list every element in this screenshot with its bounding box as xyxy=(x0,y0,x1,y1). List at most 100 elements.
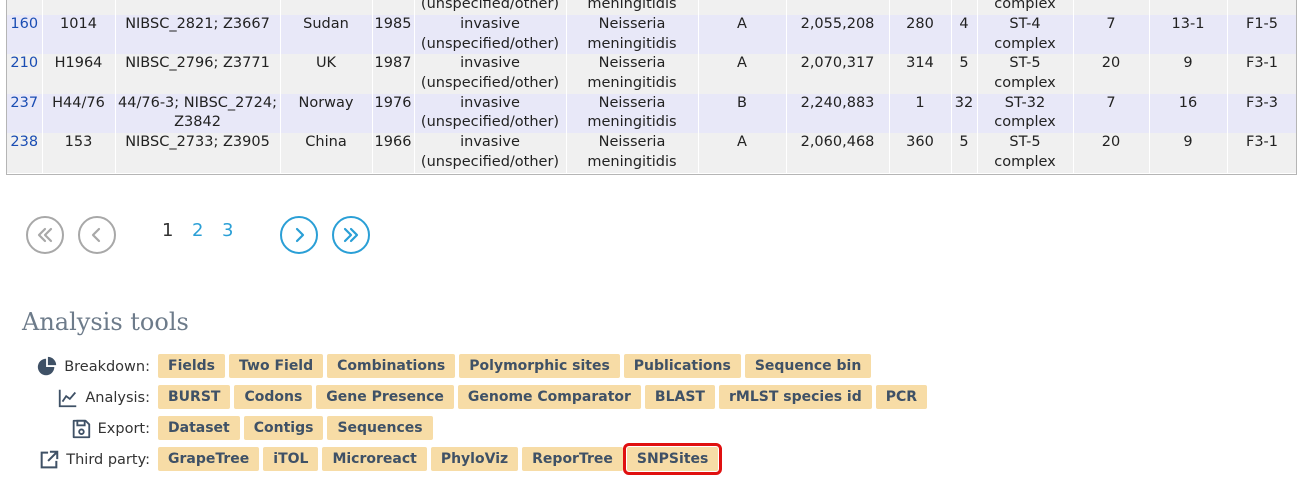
isolates-table: (unspecified/other) meningitidis complex 16… xyxy=(6,0,1297,175)
table-cell-disease: invasive (unspecified/other) xyxy=(414,54,567,94)
isolate-id-link[interactable]: 238 xyxy=(10,134,38,150)
save-icon xyxy=(72,419,90,438)
tool-pcr-button[interactable]: PCR xyxy=(875,385,928,409)
analysis-tools-heading: Analysis tools xyxy=(22,308,189,336)
tool-sequence-bin-button[interactable]: Sequence bin xyxy=(744,354,872,378)
table-cell-c1: 20 xyxy=(1073,54,1150,94)
table-cell-line: (unspecified/other) xyxy=(420,35,560,52)
tool-two-field-button[interactable]: Two Field xyxy=(229,354,324,378)
table-cell-aliases: NIBSC_2733; Z3905 xyxy=(115,133,281,173)
next-page-button[interactable] xyxy=(280,216,318,254)
tool-polymorphic-sites-button[interactable]: Polymorphic sites xyxy=(459,354,620,378)
tool-reportree-button[interactable]: ReporTree xyxy=(522,447,623,471)
table-cell-length: 2,070,317 xyxy=(786,54,890,94)
table-cell-n: 32 xyxy=(951,93,978,134)
tool-snpsites-button[interactable]: SNPSites xyxy=(622,443,723,475)
table-cell xyxy=(1073,0,1150,15)
table-cell-c2: 16 xyxy=(1149,93,1228,134)
table-cell-clonal-complex: ST-4 complex xyxy=(977,15,1074,55)
table-cell xyxy=(786,0,890,15)
table-cell-line: NIBSC_2733; Z3905 xyxy=(125,134,270,151)
table-cell-c3: F3-1 xyxy=(1227,133,1296,173)
tool-gene-presence-button[interactable]: Gene Presence xyxy=(316,385,454,409)
table-cell-id: 237 xyxy=(7,93,43,134)
page-3-link[interactable]: 3 xyxy=(222,220,233,241)
table-cell xyxy=(280,0,373,15)
tool-combinations-button[interactable]: Combinations xyxy=(327,354,456,378)
breakdown-label-text: Breakdown: xyxy=(64,358,150,375)
table-cell xyxy=(698,0,787,15)
table-cell xyxy=(1149,0,1228,15)
table-cell-line: ST-32 xyxy=(1004,94,1046,111)
tool-blast-button[interactable]: BLAST xyxy=(644,385,715,409)
table-cell-line: complex xyxy=(994,35,1056,52)
table-cell-st: 1 xyxy=(889,93,952,134)
table-cell-clonal-complex: ST-5 complex xyxy=(977,54,1074,94)
previous-page-button[interactable] xyxy=(78,216,116,254)
table-cell-n: 4 xyxy=(951,15,978,55)
table-cell xyxy=(42,0,116,15)
tool-genome-comparator-button[interactable]: Genome Comparator xyxy=(457,385,641,409)
first-page-button[interactable] xyxy=(26,216,64,254)
table-cell-id: 160 xyxy=(7,15,43,55)
breakdown-label: Breakdown: xyxy=(36,354,150,379)
table-cell-line: 44/76-3; NIBSC_2724; xyxy=(118,94,277,111)
table-cell-disease: invasive (unspecified/other) xyxy=(414,93,567,134)
table-cell-c1: 7 xyxy=(1073,93,1150,134)
table-cell-serogroup: B xyxy=(698,93,787,134)
chevron-right-icon xyxy=(295,227,305,243)
results-table: (unspecified/other) meningitidis complex 16… xyxy=(7,0,1296,173)
table-cell-line: (unspecified/other) xyxy=(420,114,560,131)
table-cell-st: 360 xyxy=(889,133,952,173)
tool-rmlst-species-id-button[interactable]: rMLST species id xyxy=(718,385,872,409)
isolate-id-link[interactable]: 237 xyxy=(10,95,38,111)
table-cell-c1: 20 xyxy=(1073,133,1150,173)
table-cell xyxy=(1227,0,1296,15)
table-cell-year: 1987 xyxy=(372,54,415,94)
table-cell xyxy=(7,0,43,15)
isolate-id-link[interactable]: 160 xyxy=(10,16,38,32)
tool-sequences-button[interactable]: Sequences xyxy=(327,416,433,440)
tool-dataset-button[interactable]: Dataset xyxy=(158,416,240,440)
tool-burst-button[interactable]: BURST xyxy=(158,385,231,409)
tool-microreact-button[interactable]: Microreact xyxy=(322,447,427,471)
tool-fields-button[interactable]: Fields xyxy=(158,354,226,378)
table-cell-line: Neisseria xyxy=(598,16,666,32)
table-cell-disease: invasive (unspecified/other) xyxy=(414,133,567,173)
table-cell-species: Neisseria meningitidis xyxy=(566,133,699,173)
export-tools: Dataset Contigs Sequences xyxy=(158,416,433,440)
third-party-label-text: Third party: xyxy=(66,451,150,468)
chevron-left-icon xyxy=(91,227,101,243)
table-cell-line: invasive xyxy=(460,134,520,151)
third-party-tools: GrapeTree iTOL Microreact PhyloViz ReporTree… xyxy=(158,443,723,475)
table-cell: complex xyxy=(977,0,1074,15)
export-label-text: Export: xyxy=(97,420,150,437)
tool-itol-button[interactable]: iTOL xyxy=(263,447,319,471)
table-cell-id: 238 xyxy=(7,133,43,173)
table-cell-line: meningitidis xyxy=(587,153,677,170)
tool-publications-button[interactable]: Publications xyxy=(623,354,741,378)
table-cell-line: (unspecified/other) xyxy=(420,74,560,91)
table-cell-country: Norway xyxy=(280,93,373,134)
tool-codons-button[interactable]: Codons xyxy=(234,385,313,409)
last-page-button[interactable] xyxy=(332,216,370,254)
table-cell-clonal-complex: ST-5 complex xyxy=(977,133,1074,173)
table-cell-line: (unspecified/other) xyxy=(420,153,560,170)
table-cell-disease: invasive (unspecified/other) xyxy=(414,15,567,55)
table-cell-line: meningitidis xyxy=(587,35,677,52)
page-2-link[interactable]: 2 xyxy=(192,220,203,241)
table-cell-n: 5 xyxy=(951,54,978,94)
tool-contigs-button[interactable]: Contigs xyxy=(243,416,324,440)
isolate-id-link[interactable]: 210 xyxy=(10,55,38,71)
table-cell-aliases: NIBSC_2796; Z3771 xyxy=(115,54,281,94)
table-cell-line: ST-5 xyxy=(1009,134,1041,151)
table-cell-c2: 13-1 xyxy=(1149,15,1228,55)
tool-phyloviz-button[interactable]: PhyloViz xyxy=(430,447,519,471)
analysis-label-text: Analysis: xyxy=(85,389,150,406)
table-cell-serogroup: A xyxy=(698,15,787,55)
table-cell xyxy=(372,0,415,15)
table-cell-st: 280 xyxy=(889,15,952,55)
table-cell-country: UK xyxy=(280,54,373,94)
table-cell-line: Neisseria xyxy=(598,134,666,151)
tool-grapetree-button[interactable]: GrapeTree xyxy=(158,447,260,471)
